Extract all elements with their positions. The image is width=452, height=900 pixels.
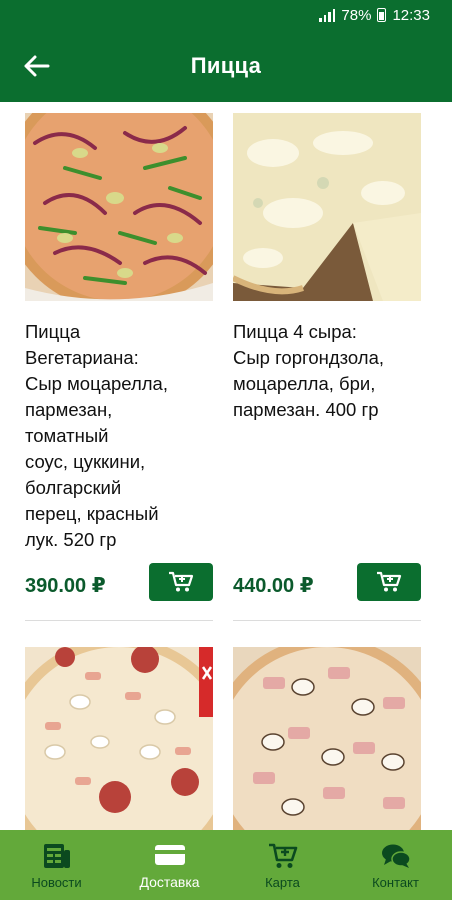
page-title: Пицца bbox=[190, 53, 262, 78]
product-card-four-cheese[interactable]: Пицца 4 сыра: Сыр горгондзола, моцарелла… bbox=[233, 113, 421, 601]
signal-icon bbox=[319, 8, 336, 22]
arrow-left-icon bbox=[24, 55, 50, 77]
add-to-cart-button[interactable] bbox=[357, 563, 421, 601]
nav-item-contact[interactable]: Контакт bbox=[339, 830, 452, 900]
back-button[interactable] bbox=[20, 50, 52, 82]
four-cheese-pizza-photo bbox=[233, 113, 421, 301]
cart-icon bbox=[169, 571, 194, 592]
product-card-salami[interactable] bbox=[25, 647, 213, 830]
nav-label: Новости bbox=[31, 874, 82, 890]
bottom-navigation: Новости Доставка Карта Контакт bbox=[0, 830, 452, 900]
cart-icon bbox=[377, 571, 402, 592]
product-description: Пицца 4 сыра: Сыр горгондзола, моцарелла… bbox=[233, 321, 385, 420]
clock: 12:33 bbox=[392, 6, 430, 24]
product-description: Пицца Вегетариана: Сыр моцарелла, пармез… bbox=[25, 321, 168, 550]
product-grid: Пицца Вегетариана: Сыр моцарелла, пармез… bbox=[0, 102, 452, 830]
card-divider bbox=[25, 620, 213, 621]
chat-icon bbox=[381, 844, 411, 868]
ham-mushroom-pizza-photo bbox=[233, 647, 421, 830]
product-card-ham-mushroom[interactable] bbox=[233, 647, 421, 830]
product-card-vegetarian[interactable]: Пицца Вегетариана: Сыр моцарелла, пармез… bbox=[25, 113, 213, 601]
delivery-card-icon bbox=[154, 845, 185, 865]
salami-mushroom-pizza-photo bbox=[25, 647, 213, 830]
card-divider bbox=[233, 620, 421, 621]
nav-item-delivery[interactable]: Доставка bbox=[113, 830, 226, 900]
battery-icon bbox=[377, 8, 387, 22]
nav-item-news[interactable]: Новости bbox=[0, 830, 113, 900]
cart-icon bbox=[268, 843, 297, 868]
nav-item-map[interactable]: Карта bbox=[226, 830, 339, 900]
product-price: 390.00 ₽ bbox=[25, 575, 106, 597]
app-bar: Пицца bbox=[0, 30, 452, 102]
news-icon bbox=[43, 843, 70, 868]
add-to-cart-button[interactable] bbox=[149, 563, 213, 601]
nav-label: Контакт bbox=[372, 874, 419, 890]
nav-label: Доставка bbox=[139, 874, 200, 890]
product-price: 440.00 ₽ bbox=[233, 575, 314, 597]
vegetarian-pizza-photo bbox=[25, 113, 213, 301]
status-bar: 78% 12:33 bbox=[0, 0, 452, 30]
nav-label: Карта bbox=[265, 874, 300, 890]
battery-percent: 78% bbox=[341, 6, 372, 24]
